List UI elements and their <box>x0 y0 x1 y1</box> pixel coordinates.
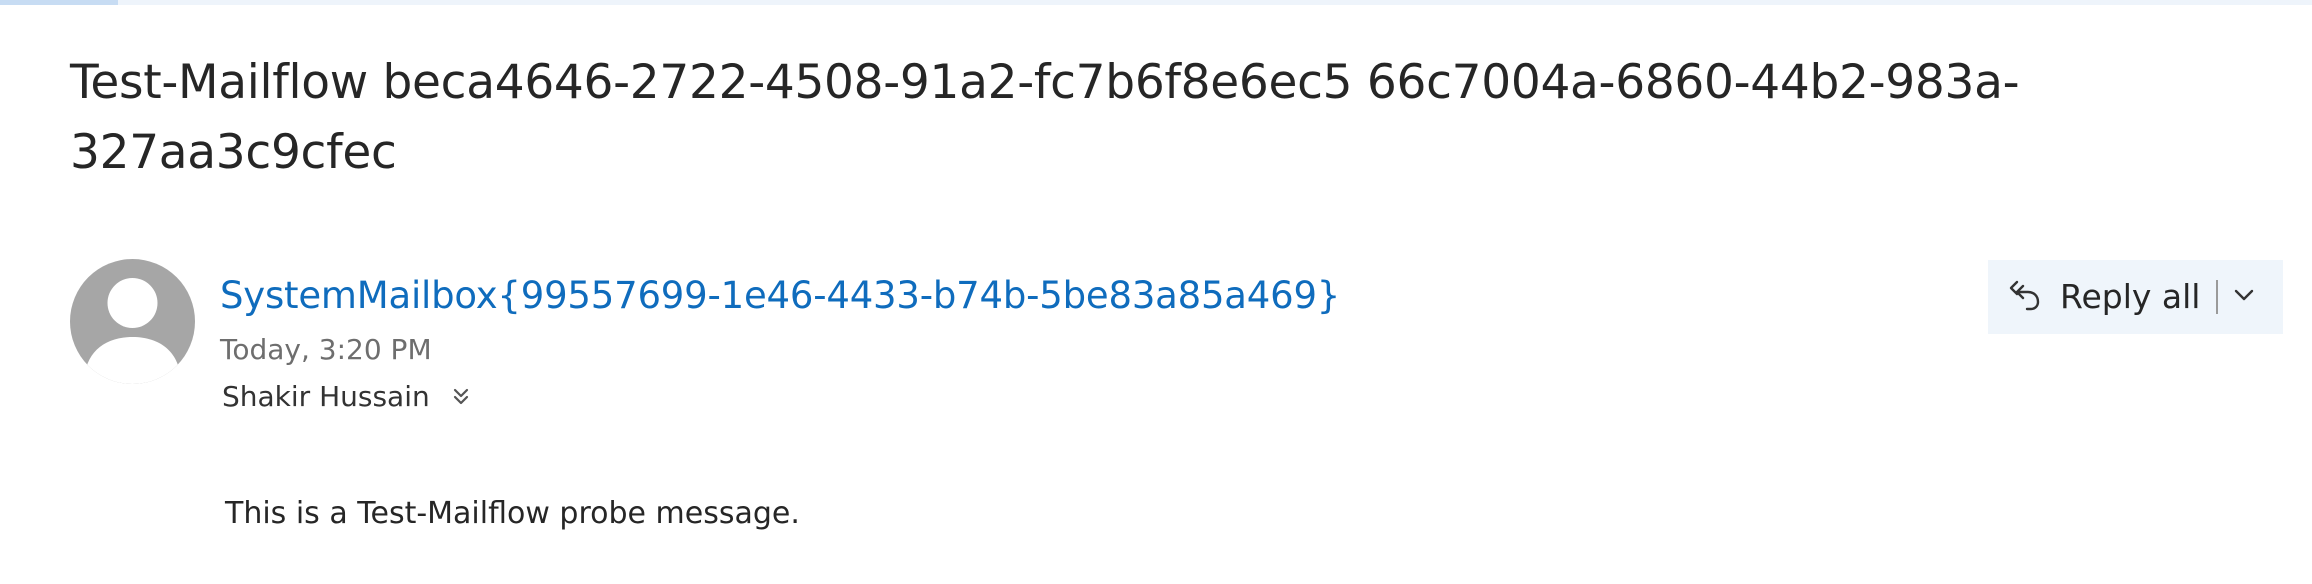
sender-avatar[interactable] <box>70 259 195 384</box>
reply-all-icon <box>2008 278 2042 316</box>
reply-all-button[interactable]: Reply all <box>1988 260 2216 334</box>
reading-pane-top-bar <box>0 0 2312 5</box>
double-chevron-down-icon <box>448 384 474 410</box>
person-icon <box>84 278 181 384</box>
recipient-name: Shakir Hussain <box>222 380 430 413</box>
recipients-toggle[interactable]: Shakir Hussain <box>222 377 474 417</box>
reply-options-dropdown[interactable] <box>2218 260 2270 334</box>
message-subject: Test-Mailflow beca4646-2722-4508-91a2-fc… <box>70 55 2020 180</box>
top-bar-highlight <box>0 0 118 5</box>
message-body: This is a Test-Mailflow probe message. <box>225 496 800 531</box>
chevron-down-icon <box>2232 283 2256 311</box>
sender-name-link[interactable]: SystemMailbox{99557699-1e46-4433-b74b-5b… <box>220 268 1340 324</box>
reply-all-label: Reply all <box>2060 277 2201 316</box>
message-timestamp: Today, 3:20 PM <box>220 333 432 366</box>
reply-all-split-button: Reply all <box>1988 260 2283 334</box>
